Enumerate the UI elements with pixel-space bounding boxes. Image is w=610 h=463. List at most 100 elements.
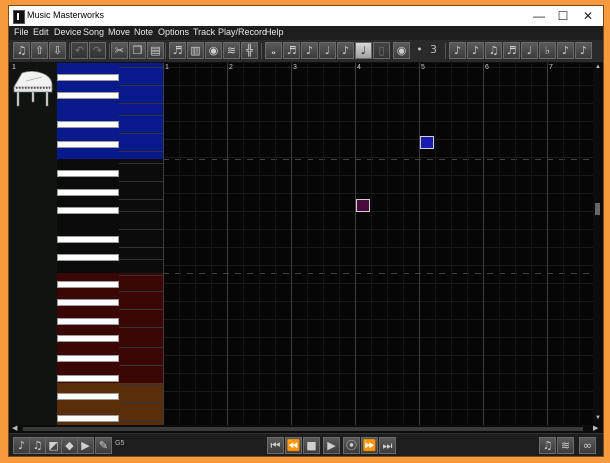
audio-wave-icon[interactable]: ≋: [557, 437, 574, 454]
white-key[interactable]: [57, 170, 119, 177]
white-key[interactable]: [57, 121, 119, 128]
scroll-up-arrow-icon[interactable]: ▲: [593, 64, 603, 70]
music-note-icon[interactable]: ♫: [13, 42, 30, 59]
menu-bar: File Edit Device Song Move Note Options …: [9, 26, 603, 40]
white-key[interactable]: [57, 299, 119, 306]
eye-icon[interactable]: ◉: [393, 42, 410, 59]
vertical-scroll-thumb[interactable]: [595, 203, 600, 215]
note-back-icon[interactable]: ♪: [575, 42, 592, 59]
notes-up-icon[interactable]: ♬: [503, 42, 520, 59]
note-bar4[interactable]: [356, 199, 370, 212]
menu-options[interactable]: Options: [158, 27, 189, 37]
note-left-icon[interactable]: ♪: [557, 42, 574, 59]
sixteenth-note-icon[interactable]: ♬: [283, 42, 300, 59]
white-key[interactable]: [57, 141, 119, 148]
position-counter: G5: [115, 440, 125, 447]
skip-forward-icon[interactable]: ⏭: [379, 437, 396, 454]
menu-note[interactable]: Note: [134, 27, 153, 37]
bar-number: 1: [165, 64, 169, 71]
white-key[interactable]: [57, 355, 119, 362]
note-selected-icon[interactable]: ♩: [355, 42, 372, 59]
half-note-icon[interactable]: ♪: [337, 42, 354, 59]
menu-move[interactable]: Move: [108, 27, 130, 37]
bar-number: 2: [229, 64, 233, 71]
rewind-icon[interactable]: ⏪: [285, 437, 302, 454]
record-mode-icon[interactable]: ▶: [77, 437, 94, 454]
eighth-note-icon[interactable]: ♪: [301, 42, 318, 59]
white-key[interactable]: [57, 92, 119, 99]
white-key[interactable]: [57, 254, 119, 261]
redo-icon[interactable]: ↷: [89, 42, 106, 59]
grand-piano-icon[interactable]: [12, 69, 54, 109]
keyboard-icon[interactable]: ▥: [187, 42, 204, 59]
cut-icon[interactable]: ✂: [111, 42, 128, 59]
note-right-icon[interactable]: ♪: [449, 42, 466, 59]
toolbar-separator: [261, 43, 262, 59]
note-grid[interactable]: 1 2 3 4 5 6 7: [163, 63, 596, 425]
copy-icon[interactable]: ❐: [129, 42, 146, 59]
note-forward-icon[interactable]: ♪: [467, 42, 484, 59]
menu-edit[interactable]: Edit: [33, 27, 49, 37]
white-key[interactable]: [57, 375, 119, 382]
triplet-icon[interactable]: 3: [425, 42, 442, 59]
key-divider: [119, 181, 163, 182]
split-icon[interactable]: ╬: [241, 42, 258, 59]
fast-forward-icon[interactable]: ⏩: [361, 437, 378, 454]
score-icon[interactable]: ♬: [169, 42, 186, 59]
vertical-scrollbar[interactable]: ▲ ▼: [593, 63, 603, 425]
note-up-icon[interactable]: ♩: [521, 42, 538, 59]
white-key[interactable]: [57, 415, 119, 422]
menu-song[interactable]: Song: [83, 27, 104, 37]
scroll-down-arrow-icon[interactable]: ▼: [593, 415, 603, 421]
skip-back-icon[interactable]: ⏮: [267, 437, 284, 454]
notes-list-icon[interactable]: ♫: [29, 437, 46, 454]
bar-number: 6: [485, 64, 489, 71]
white-key[interactable]: [57, 189, 119, 196]
maximize-button[interactable]: ☐: [550, 6, 576, 26]
note-outline-icon[interactable]: ▯: [373, 42, 390, 59]
scroll-right-arrow-icon[interactable]: ▶: [593, 424, 598, 432]
undo-icon[interactable]: ↶: [71, 42, 88, 59]
notes-pair-icon[interactable]: ♫: [485, 42, 502, 59]
app-icon: [13, 10, 25, 24]
upload-icon[interactable]: ⇧: [31, 42, 48, 59]
voicemail-icon[interactable]: ∞: [579, 437, 596, 454]
quarter-note-icon[interactable]: ♩: [319, 42, 336, 59]
chart-icon[interactable]: ◩: [45, 437, 62, 454]
white-key[interactable]: [57, 207, 119, 214]
bar-line: [547, 63, 548, 425]
white-key[interactable]: [57, 335, 119, 342]
minimize-button[interactable]: —: [526, 6, 552, 26]
piano-keyboard[interactable]: [57, 63, 163, 425]
microphone-icon[interactable]: ♫: [539, 437, 556, 454]
scroll-left-arrow-icon[interactable]: ◀: [12, 424, 17, 432]
menu-play-record[interactable]: Play/Record: [218, 27, 267, 37]
white-key[interactable]: [57, 393, 119, 400]
white-key[interactable]: [57, 318, 119, 325]
play-icon[interactable]: ▶: [323, 437, 340, 454]
music-note-icon[interactable]: ♪: [13, 437, 30, 454]
white-key[interactable]: [57, 281, 119, 288]
record-icon[interactable]: ⦿: [343, 437, 360, 454]
close-button[interactable]: ✕: [575, 6, 601, 26]
stop-icon[interactable]: ■: [303, 437, 320, 454]
white-key[interactable]: [57, 74, 119, 81]
pen-icon[interactable]: ✎: [95, 437, 112, 454]
horizontal-scroll-thumb[interactable]: [23, 427, 583, 431]
download-icon[interactable]: ⇩: [49, 42, 66, 59]
horizontal-scrollbar[interactable]: ◀ ▶: [9, 425, 603, 433]
note-flat-icon[interactable]: ♭: [539, 42, 556, 59]
white-key[interactable]: [57, 236, 119, 243]
menu-file[interactable]: File: [14, 27, 29, 37]
paste-icon[interactable]: ▤: [147, 42, 164, 59]
record-disc-icon[interactable]: ◉: [205, 42, 222, 59]
note-bar5[interactable]: [420, 136, 434, 149]
menu-device[interactable]: Device: [54, 27, 82, 37]
whole-note-icon[interactable]: 𝅝: [265, 42, 282, 59]
bar-number: 5: [421, 64, 425, 71]
eraser-icon[interactable]: ◆: [61, 437, 78, 454]
beat-line: [259, 63, 260, 425]
waveform-icon[interactable]: ≋: [223, 42, 240, 59]
menu-track[interactable]: Track: [193, 27, 215, 37]
menu-help[interactable]: Help: [265, 27, 284, 37]
